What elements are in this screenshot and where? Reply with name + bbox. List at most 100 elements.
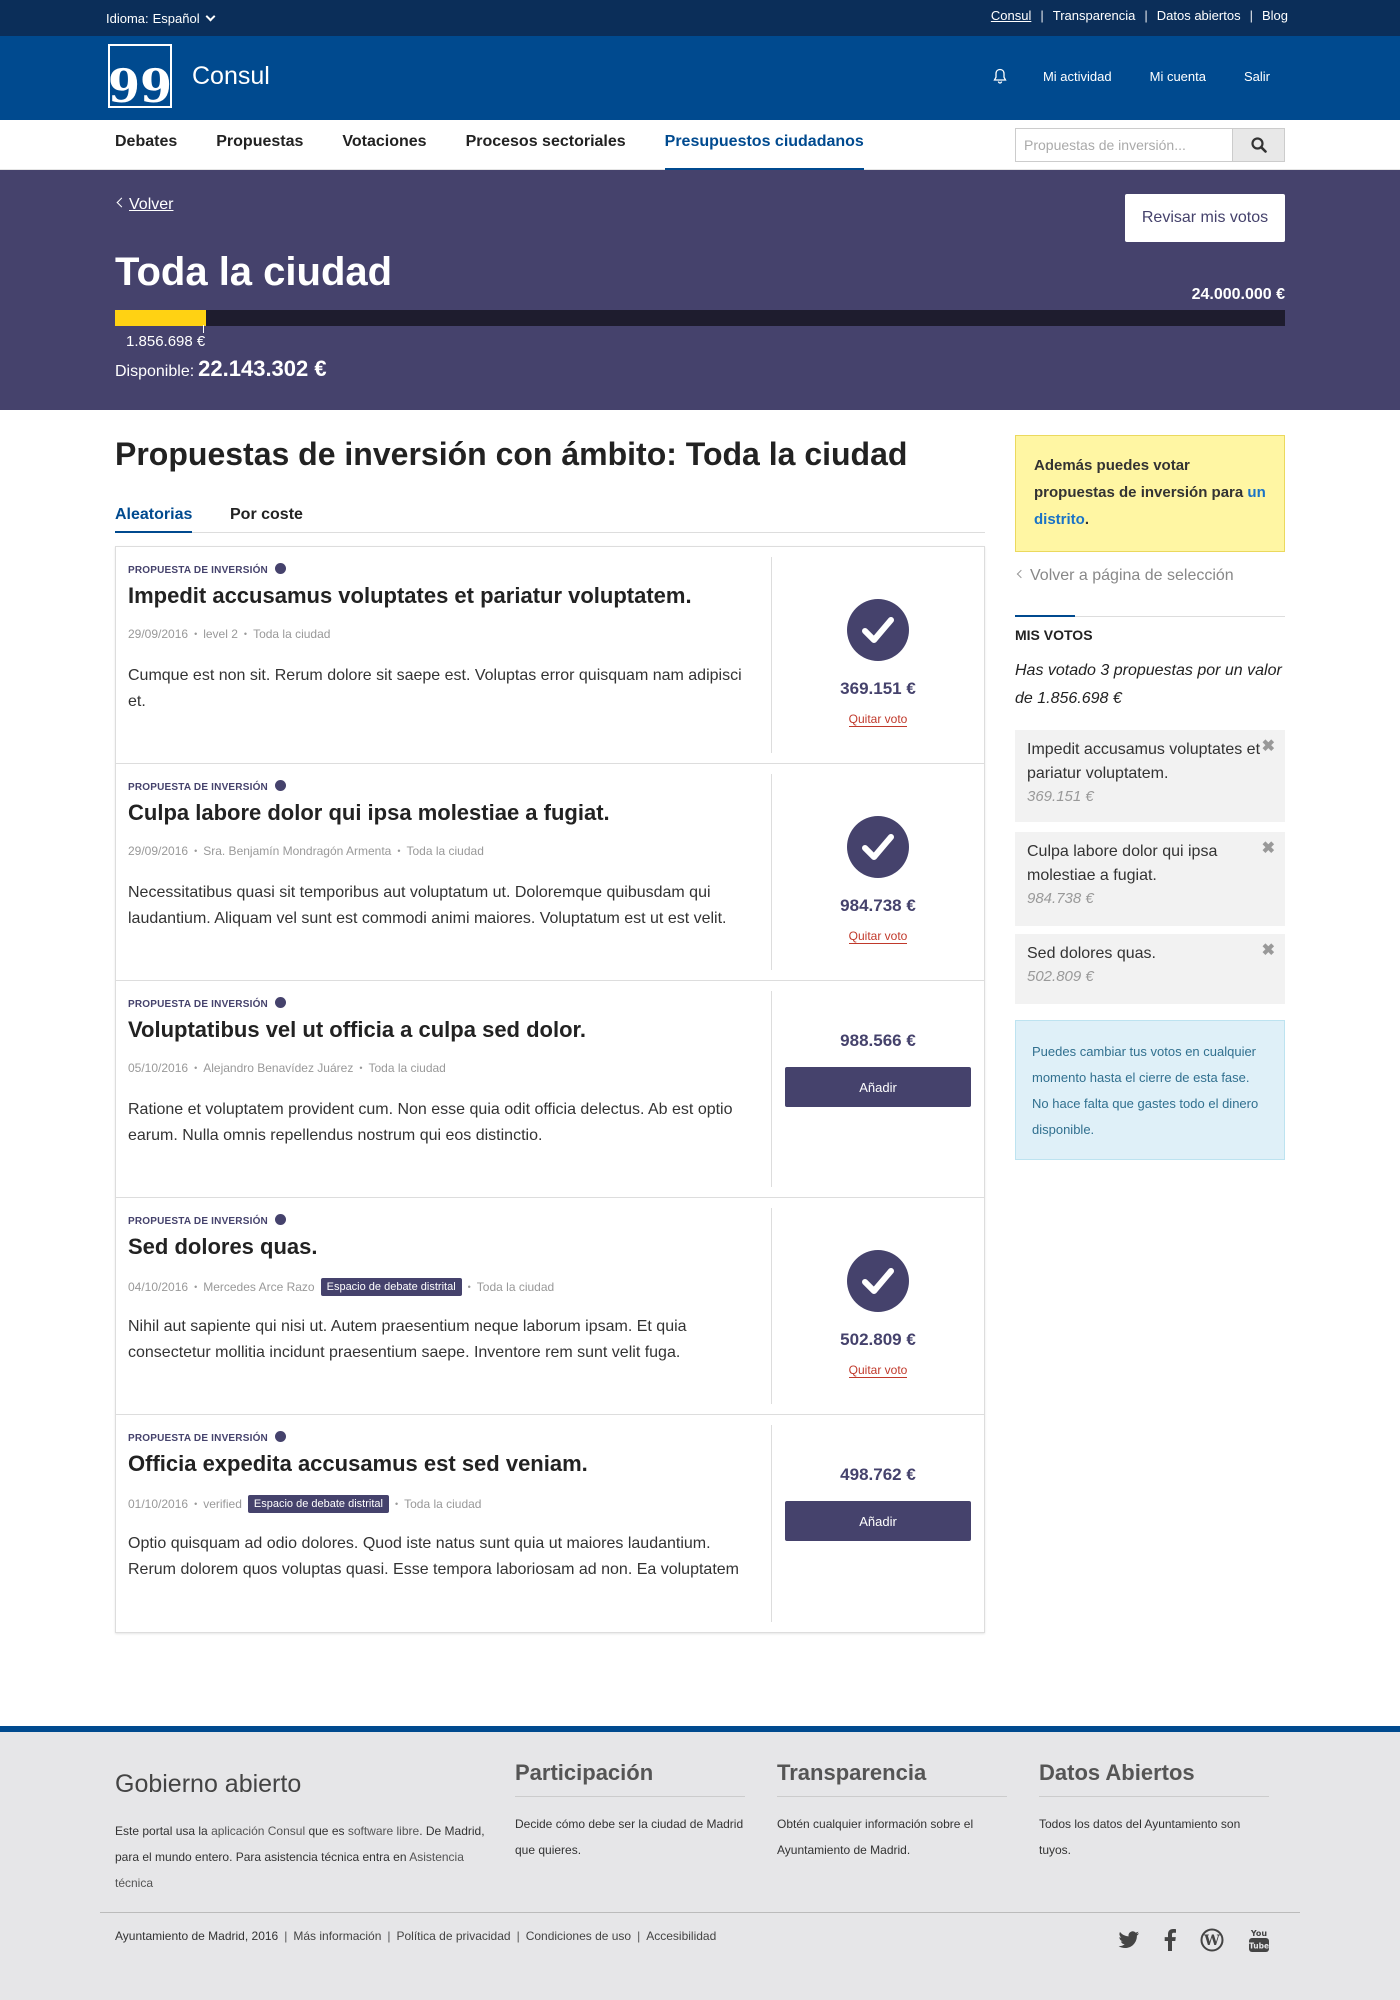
language-label: Idioma: <box>106 11 149 26</box>
top-link-blog[interactable]: Blog <box>1262 8 1288 23</box>
bullet-separator: • <box>467 1282 471 1292</box>
separator: | <box>387 1929 391 1943</box>
proposal-date: 29/09/2016 <box>128 844 189 858</box>
social-links: W You Tube <box>1094 1927 1270 1958</box>
free-software-link[interactable]: software libre <box>348 1824 419 1838</box>
search-input[interactable] <box>1016 129 1232 161</box>
remove-vote-icon[interactable]: ✖ <box>1262 940 1275 960</box>
proposal-type-text: PROPUESTA DE INVERSIÓN <box>128 1433 268 1444</box>
budget-hero: Volver Revisar mis votos Toda la ciudad … <box>0 170 1400 410</box>
proposal-price: 988.566 € <box>840 1031 916 1050</box>
budget-spent: 1.856.698 € <box>126 333 206 350</box>
proposal-author: level 2 <box>203 627 238 641</box>
language-selector[interactable]: Idioma: Español <box>106 11 216 26</box>
proposal-date: 29/09/2016 <box>128 627 189 641</box>
remove-vote-icon[interactable]: ✖ <box>1262 838 1275 858</box>
sign-out-link[interactable]: Salir <box>1244 69 1270 84</box>
remove-vote-link[interactable]: Quitar voto <box>772 712 984 727</box>
separator: | <box>1040 8 1044 23</box>
my-vote-title[interactable]: Impedit accusamus voluptates et pariatur… <box>1027 738 1267 786</box>
facebook-icon[interactable] <box>1164 1929 1176 1956</box>
proposal-tag[interactable]: Espacio de debate distrital <box>247 1495 389 1513</box>
my-vote-price: 984.738 € <box>1027 890 1094 907</box>
tab-por-coste[interactable]: Por coste <box>230 506 303 533</box>
top-link-consul[interactable]: Consul <box>991 8 1031 23</box>
footer-col-title[interactable]: Participación <box>515 1760 745 1797</box>
remove-vote-label: Quitar voto <box>848 1363 908 1378</box>
add-vote-button[interactable]: Añadir <box>785 1067 971 1107</box>
consul-logo[interactable]: 99 <box>108 44 173 113</box>
proposal-author: verified <box>203 1497 242 1511</box>
my-vote-title[interactable]: Culpa labore dolor qui ipsa molestiae a … <box>1027 840 1267 888</box>
nav-item-presupuestos-ciudadanos[interactable]: Presupuestos ciudadanos <box>664 120 864 170</box>
remove-vote-icon[interactable]: ✖ <box>1262 736 1275 756</box>
main-nav: Debates Propuestas Votaciones Procesos s… <box>0 120 1400 170</box>
add-vote-button[interactable]: Añadir <box>785 1501 971 1541</box>
proposal-scope: Toda la ciudad <box>253 627 331 641</box>
footer-link-terms[interactable]: Condiciones de uso <box>526 1929 631 1943</box>
wordpress-icon[interactable]: W <box>1200 1928 1224 1957</box>
footer-link-accessibility[interactable]: Accesibilidad <box>646 1929 716 1943</box>
proposal-author: Sra. Benjamín Mondragón Armenta <box>203 844 392 858</box>
my-activity-link[interactable]: Mi actividad <box>1043 69 1112 84</box>
footer-link-privacy[interactable]: Política de privacidad <box>397 1929 511 1943</box>
remove-vote-link[interactable]: Quitar voto <box>772 1363 984 1378</box>
proposal-title[interactable]: Impedit accusamus voluptates et pariatur… <box>128 583 768 609</box>
footer-col-title[interactable]: Datos Abiertos <box>1039 1760 1269 1797</box>
twitter-icon[interactable] <box>1118 1931 1140 1954</box>
checkmark-icon <box>847 1250 909 1312</box>
logo-glyph: 99 <box>108 59 173 113</box>
separator: | <box>1249 8 1253 23</box>
bell-icon[interactable] <box>993 68 1007 84</box>
proposal-vote-area: 984.738 € Quitar voto <box>772 764 984 981</box>
tab-aleatorias[interactable]: Aleatorias <box>115 506 193 533</box>
my-vote-item: Impedit accusamus voluptates et pariatur… <box>1015 730 1285 822</box>
back-to-selection-link[interactable]: Volver a página de selección <box>1016 567 1234 585</box>
proposal-meta: 04/10/2016 • Mercedes Arce Razo Espacio de … <box>128 1278 554 1296</box>
proposal-card: PROPUESTA DE INVERSIÓN Sed dolores quas.… <box>116 1198 984 1415</box>
consul-app-link[interactable]: aplicación Consul <box>211 1824 305 1838</box>
site-header: 99 Consul Mi actividad Mi cuenta Salir <box>0 36 1400 120</box>
my-vote-title[interactable]: Sed dolores quas. <box>1027 942 1267 966</box>
youtube-icon[interactable]: You Tube <box>1248 1927 1270 1958</box>
top-link-datos-abiertos[interactable]: Datos abiertos <box>1157 8 1241 23</box>
proposal-scope: Toda la ciudad <box>406 844 484 858</box>
footer-bottom: Ayuntamiento de Madrid, 2016 | Más inform… <box>100 1912 1300 1952</box>
page-title: Toda la ciudad <box>115 250 393 294</box>
nav-item-votaciones[interactable]: Votaciones <box>342 120 426 170</box>
review-votes-button[interactable]: Revisar mis votos <box>1125 194 1285 242</box>
top-link-transparencia[interactable]: Transparencia <box>1053 8 1136 23</box>
brand-name[interactable]: Consul <box>192 62 270 91</box>
footer-col-text: Todos los datos del Ayuntamiento son tuy… <box>1039 1817 1241 1857</box>
nav-item-propuestas[interactable]: Propuestas <box>216 120 303 170</box>
chevron-down-icon <box>205 11 216 22</box>
proposal-type-label: PROPUESTA DE INVERSIÓN <box>128 780 286 793</box>
investment-icon <box>274 1214 286 1225</box>
footer-col-datos-abiertos: Datos Abiertos Todos los datos del Ayunt… <box>1039 1760 1269 1863</box>
proposal-vote-area: 498.762 € Añadir <box>772 1415 984 1632</box>
proposal-tag[interactable]: Espacio de debate distrital <box>320 1278 462 1296</box>
language-value[interactable]: Español <box>153 11 200 26</box>
bullet-separator: • <box>194 1282 198 1292</box>
footer-text: que es <box>305 1824 348 1838</box>
my-account-link[interactable]: Mi cuenta <box>1150 69 1206 84</box>
footer-link-more-info[interactable]: Más información <box>293 1929 381 1943</box>
proposal-title[interactable]: Sed dolores quas. <box>128 1234 768 1260</box>
footer-col-title[interactable]: Transparencia <box>777 1760 1007 1797</box>
back-link[interactable]: Volver <box>116 196 173 214</box>
proposal-date: 01/10/2016 <box>128 1497 189 1511</box>
proposal-description: Ratione et voluptatem provident cum. Non… <box>128 1101 733 1144</box>
proposal-title[interactable]: Officia expedita accusamus est sed venia… <box>128 1451 768 1477</box>
proposal-description: Necessitatibus quasi sit temporibus aut … <box>128 884 727 927</box>
investment-icon <box>274 1431 286 1442</box>
nav-item-debates[interactable]: Debates <box>115 120 177 170</box>
remove-vote-link[interactable]: Quitar voto <box>772 929 984 944</box>
nav-item-procesos-sectoriales[interactable]: Procesos sectoriales <box>466 120 626 170</box>
proposal-title[interactable]: Culpa labore dolor qui ipsa molestiae a … <box>128 800 768 826</box>
proposal-card: PROPUESTA DE INVERSIÓN Officia expedita … <box>116 1415 984 1632</box>
separator: | <box>516 1929 520 1943</box>
separator: | <box>637 1929 641 1943</box>
search-button[interactable] <box>1232 129 1284 161</box>
proposal-title[interactable]: Voluptatibus vel ut officia a culpa sed … <box>128 1017 768 1043</box>
proposal-type-text: PROPUESTA DE INVERSIÓN <box>128 565 268 576</box>
